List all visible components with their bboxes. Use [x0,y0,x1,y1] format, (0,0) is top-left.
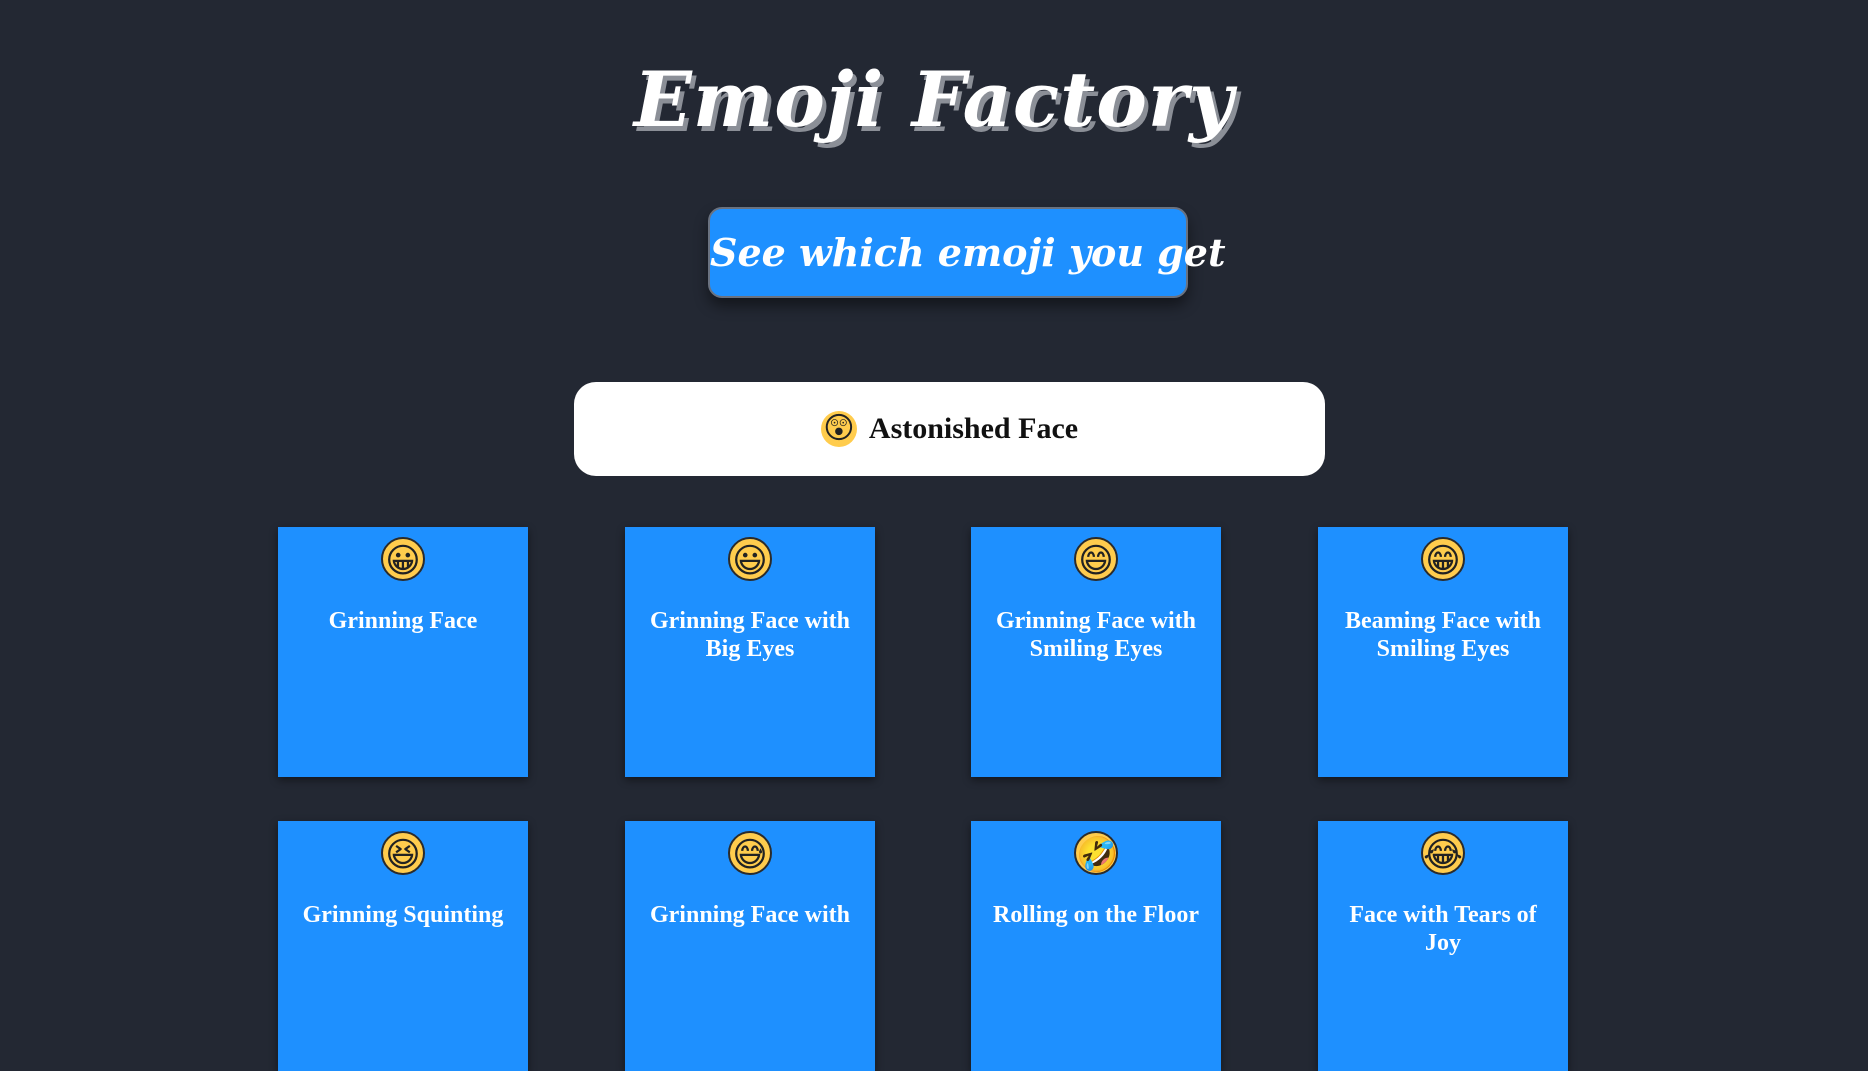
beaming-face-icon: 😁 [1421,537,1465,581]
emoji-card-name: Rolling on the Floor [992,902,1199,928]
grinning-face-icon: 😀 [381,537,425,581]
emoji-card[interactable]: 😀 Grinning Face [278,527,528,777]
rolling-on-floor-laughing-icon: 🤣 [1074,831,1118,875]
grinning-face-big-eyes-icon: 😃 [728,537,772,581]
page-title: Emoji Factory [633,55,1235,144]
face-with-tears-of-joy-icon: 😂 [1421,831,1465,875]
emoji-card-name: Grinning Face with Smiling Eyes [995,608,1196,662]
emoji-card-name: Grinning Face with [649,902,850,928]
emoji-card[interactable]: 😃 Grinning Face with Big Eyes [625,527,875,777]
emoji-card-name: Face with Tears of Joy [1349,902,1537,956]
emoji-card[interactable]: 😁 Beaming Face with Smiling Eyes [1318,527,1568,777]
result-emoji-name: Astonished Face [868,412,1079,445]
grinning-squinting-face-icon: 😆 [381,831,425,875]
emoji-card[interactable]: 😅 Grinning Face with [625,821,875,1071]
emoji-card[interactable]: 😆 Grinning Squinting [278,821,528,1071]
grinning-face-sweat-icon: 😅 [728,831,772,875]
emoji-card-name: Grinning Face [328,608,478,634]
emoji-card-name: Grinning Face with Big Eyes [649,608,850,662]
emoji-card-name: Grinning Squinting [302,902,504,928]
emoji-card[interactable]: 😂 Face with Tears of Joy [1318,821,1568,1071]
emoji-card[interactable]: 😄 Grinning Face with Smiling Eyes [971,527,1221,777]
generate-emoji-button[interactable]: See which emoji you get [708,207,1226,298]
emoji-card[interactable]: 🤣 Rolling on the Floor [971,821,1221,1071]
emoji-card-name: Beaming Face with Smiling Eyes [1345,608,1541,662]
astonished-face-icon: 😲 [820,411,857,447]
result-panel: 😲 Astonished Face [574,382,1325,476]
grinning-face-smiling-eyes-icon: 😄 [1074,537,1118,581]
